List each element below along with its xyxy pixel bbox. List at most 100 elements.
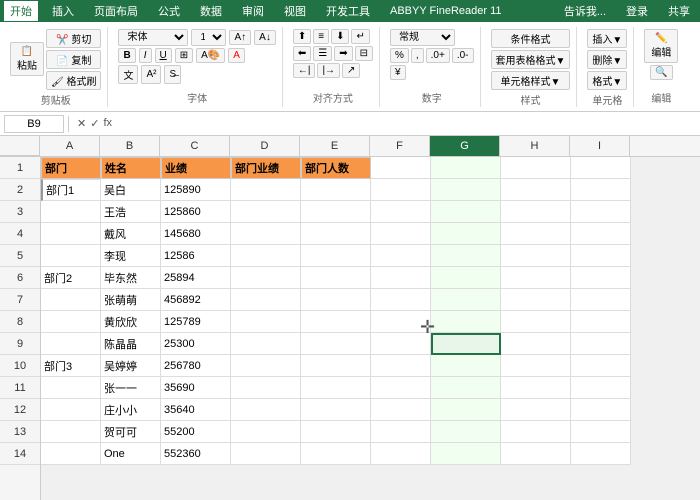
cell-B2[interactable]: 吴白 — [101, 179, 161, 201]
cell-A8[interactable] — [41, 311, 101, 333]
col-header-B[interactable]: B — [100, 136, 160, 156]
insert-cell-button[interactable]: 插入▼ — [587, 29, 627, 48]
cell-B14[interactable]: One — [101, 443, 161, 465]
cell-H5[interactable] — [501, 245, 571, 267]
cell-F10[interactable] — [371, 355, 431, 377]
cell-B11[interactable]: 张一一 — [101, 377, 161, 399]
font-size-select[interactable]: 11 — [191, 29, 226, 46]
cell-E13[interactable] — [301, 421, 371, 443]
cell-A2[interactable]: 部门1 — [41, 179, 101, 201]
row-header-9[interactable]: 9 — [0, 333, 40, 355]
row-header-6[interactable]: 6 — [0, 267, 40, 289]
cell-D5[interactable] — [231, 245, 301, 267]
cancel-formula-icon[interactable]: ✕ — [77, 117, 86, 130]
cell-C11[interactable]: 35690 — [161, 377, 231, 399]
cell-I13[interactable] — [571, 421, 631, 443]
cell-F14[interactable] — [371, 443, 431, 465]
cell-C8[interactable]: 125789 — [161, 311, 231, 333]
cell-H1[interactable] — [501, 157, 571, 179]
name-box[interactable] — [4, 115, 64, 133]
tab-view[interactable]: 视图 — [278, 1, 312, 21]
cell-D7[interactable] — [231, 289, 301, 311]
indent-left-button[interactable]: ←| — [293, 63, 316, 78]
cell-I14[interactable] — [571, 443, 631, 465]
cell-C12[interactable]: 35640 — [161, 399, 231, 421]
conditional-format-button[interactable]: 条件格式 — [491, 29, 571, 48]
cell-H8[interactable] — [501, 311, 571, 333]
cell-D11[interactable] — [231, 377, 301, 399]
cell-B13[interactable]: 贺可可 — [101, 421, 161, 443]
cell-E10[interactable] — [301, 355, 371, 377]
decrease-font-button[interactable]: A↓ — [254, 30, 276, 45]
tab-insert[interactable]: 插入 — [46, 1, 80, 21]
top-align-button[interactable]: ⬆ — [293, 29, 311, 44]
search-btn[interactable]: 🔍 — [650, 65, 672, 80]
cell-C9[interactable]: 25300 — [161, 333, 231, 355]
cell-D14[interactable] — [231, 443, 301, 465]
format-cell-button[interactable]: 格式▼ — [587, 71, 627, 90]
cell-E6[interactable] — [301, 267, 371, 289]
cell-F3[interactable] — [371, 201, 431, 223]
tab-abbyy[interactable]: ABBYY FineReader 11 — [384, 3, 508, 19]
row-header-14[interactable]: 14 — [0, 443, 40, 465]
cell-C7[interactable]: 456892 — [161, 289, 231, 311]
cell-E2[interactable] — [301, 179, 371, 201]
cell-A4[interactable] — [41, 223, 101, 245]
cell-H10[interactable] — [501, 355, 571, 377]
cell-D6[interactable] — [231, 267, 301, 289]
mid-align-button[interactable]: ≡ — [313, 29, 329, 44]
cell-I3[interactable] — [571, 201, 631, 223]
cell-F7[interactable] — [371, 289, 431, 311]
cell-H6[interactable] — [501, 267, 571, 289]
cell-H14[interactable] — [501, 443, 571, 465]
cell-I12[interactable] — [571, 399, 631, 421]
decrease-decimal-button[interactable]: .0- — [452, 48, 474, 63]
row-header-2[interactable]: 2 — [0, 179, 40, 201]
strikethrough-button[interactable]: S̶ — [164, 65, 181, 84]
cell-B12[interactable]: 庄小小 — [101, 399, 161, 421]
cell-E8[interactable] — [301, 311, 371, 333]
cell-A11[interactable] — [41, 377, 101, 399]
cell-G13[interactable] — [431, 421, 501, 443]
increase-font-button[interactable]: A↑ — [229, 30, 251, 45]
row-header-10[interactable]: 10 — [0, 355, 40, 377]
cell-I8[interactable] — [571, 311, 631, 333]
login-btn[interactable]: 登录 — [620, 1, 654, 21]
col-header-D[interactable]: D — [230, 136, 300, 156]
cell-E12[interactable] — [301, 399, 371, 421]
cell-I11[interactable] — [571, 377, 631, 399]
cell-A13[interactable] — [41, 421, 101, 443]
col-header-H[interactable]: H — [500, 136, 570, 156]
cell-B6[interactable]: 毕东然 — [101, 267, 161, 289]
cell-B8[interactable]: 黄欣欣 — [101, 311, 161, 333]
border-button[interactable]: ⊞ — [175, 48, 193, 63]
bottom-align-button[interactable]: ⬇ — [331, 29, 349, 44]
cell-E14[interactable] — [301, 443, 371, 465]
tab-home[interactable]: 开始 — [4, 1, 38, 21]
cell-C10[interactable]: 256780 — [161, 355, 231, 377]
cell-G2[interactable] — [431, 179, 501, 201]
fill-color-button[interactable]: A🎨 — [196, 48, 225, 63]
col-header-E[interactable]: E — [300, 136, 370, 156]
cell-F11[interactable] — [371, 377, 431, 399]
cell-A14[interactable] — [41, 443, 101, 465]
bold-button[interactable]: B — [118, 48, 135, 63]
delete-cell-button[interactable]: 删除▼ — [587, 50, 627, 69]
cell-C6[interactable]: 25894 — [161, 267, 231, 289]
font-color-button[interactable]: A — [228, 48, 245, 63]
number-format-select[interactable]: 常规 — [390, 29, 455, 46]
cell-A10[interactable]: 部门3 — [41, 355, 101, 377]
tab-formula[interactable]: 公式 — [152, 1, 186, 21]
left-align-button[interactable]: ⬅ — [293, 46, 311, 61]
cell-B9[interactable]: 陈晶晶 — [101, 333, 161, 355]
superscript-button[interactable]: A² — [141, 65, 161, 84]
cell-B3[interactable]: 王浩 — [101, 201, 161, 223]
cell-I1[interactable] — [571, 157, 631, 179]
cell-G3[interactable] — [431, 201, 501, 223]
cell-G4[interactable] — [431, 223, 501, 245]
cell-A7[interactable] — [41, 289, 101, 311]
cell-B4[interactable]: 戴风 — [101, 223, 161, 245]
format-painter-button[interactable]: 🖌 格式刷 — [46, 71, 101, 90]
italic-button[interactable]: I — [139, 48, 152, 63]
row-header-4[interactable]: 4 — [0, 223, 40, 245]
